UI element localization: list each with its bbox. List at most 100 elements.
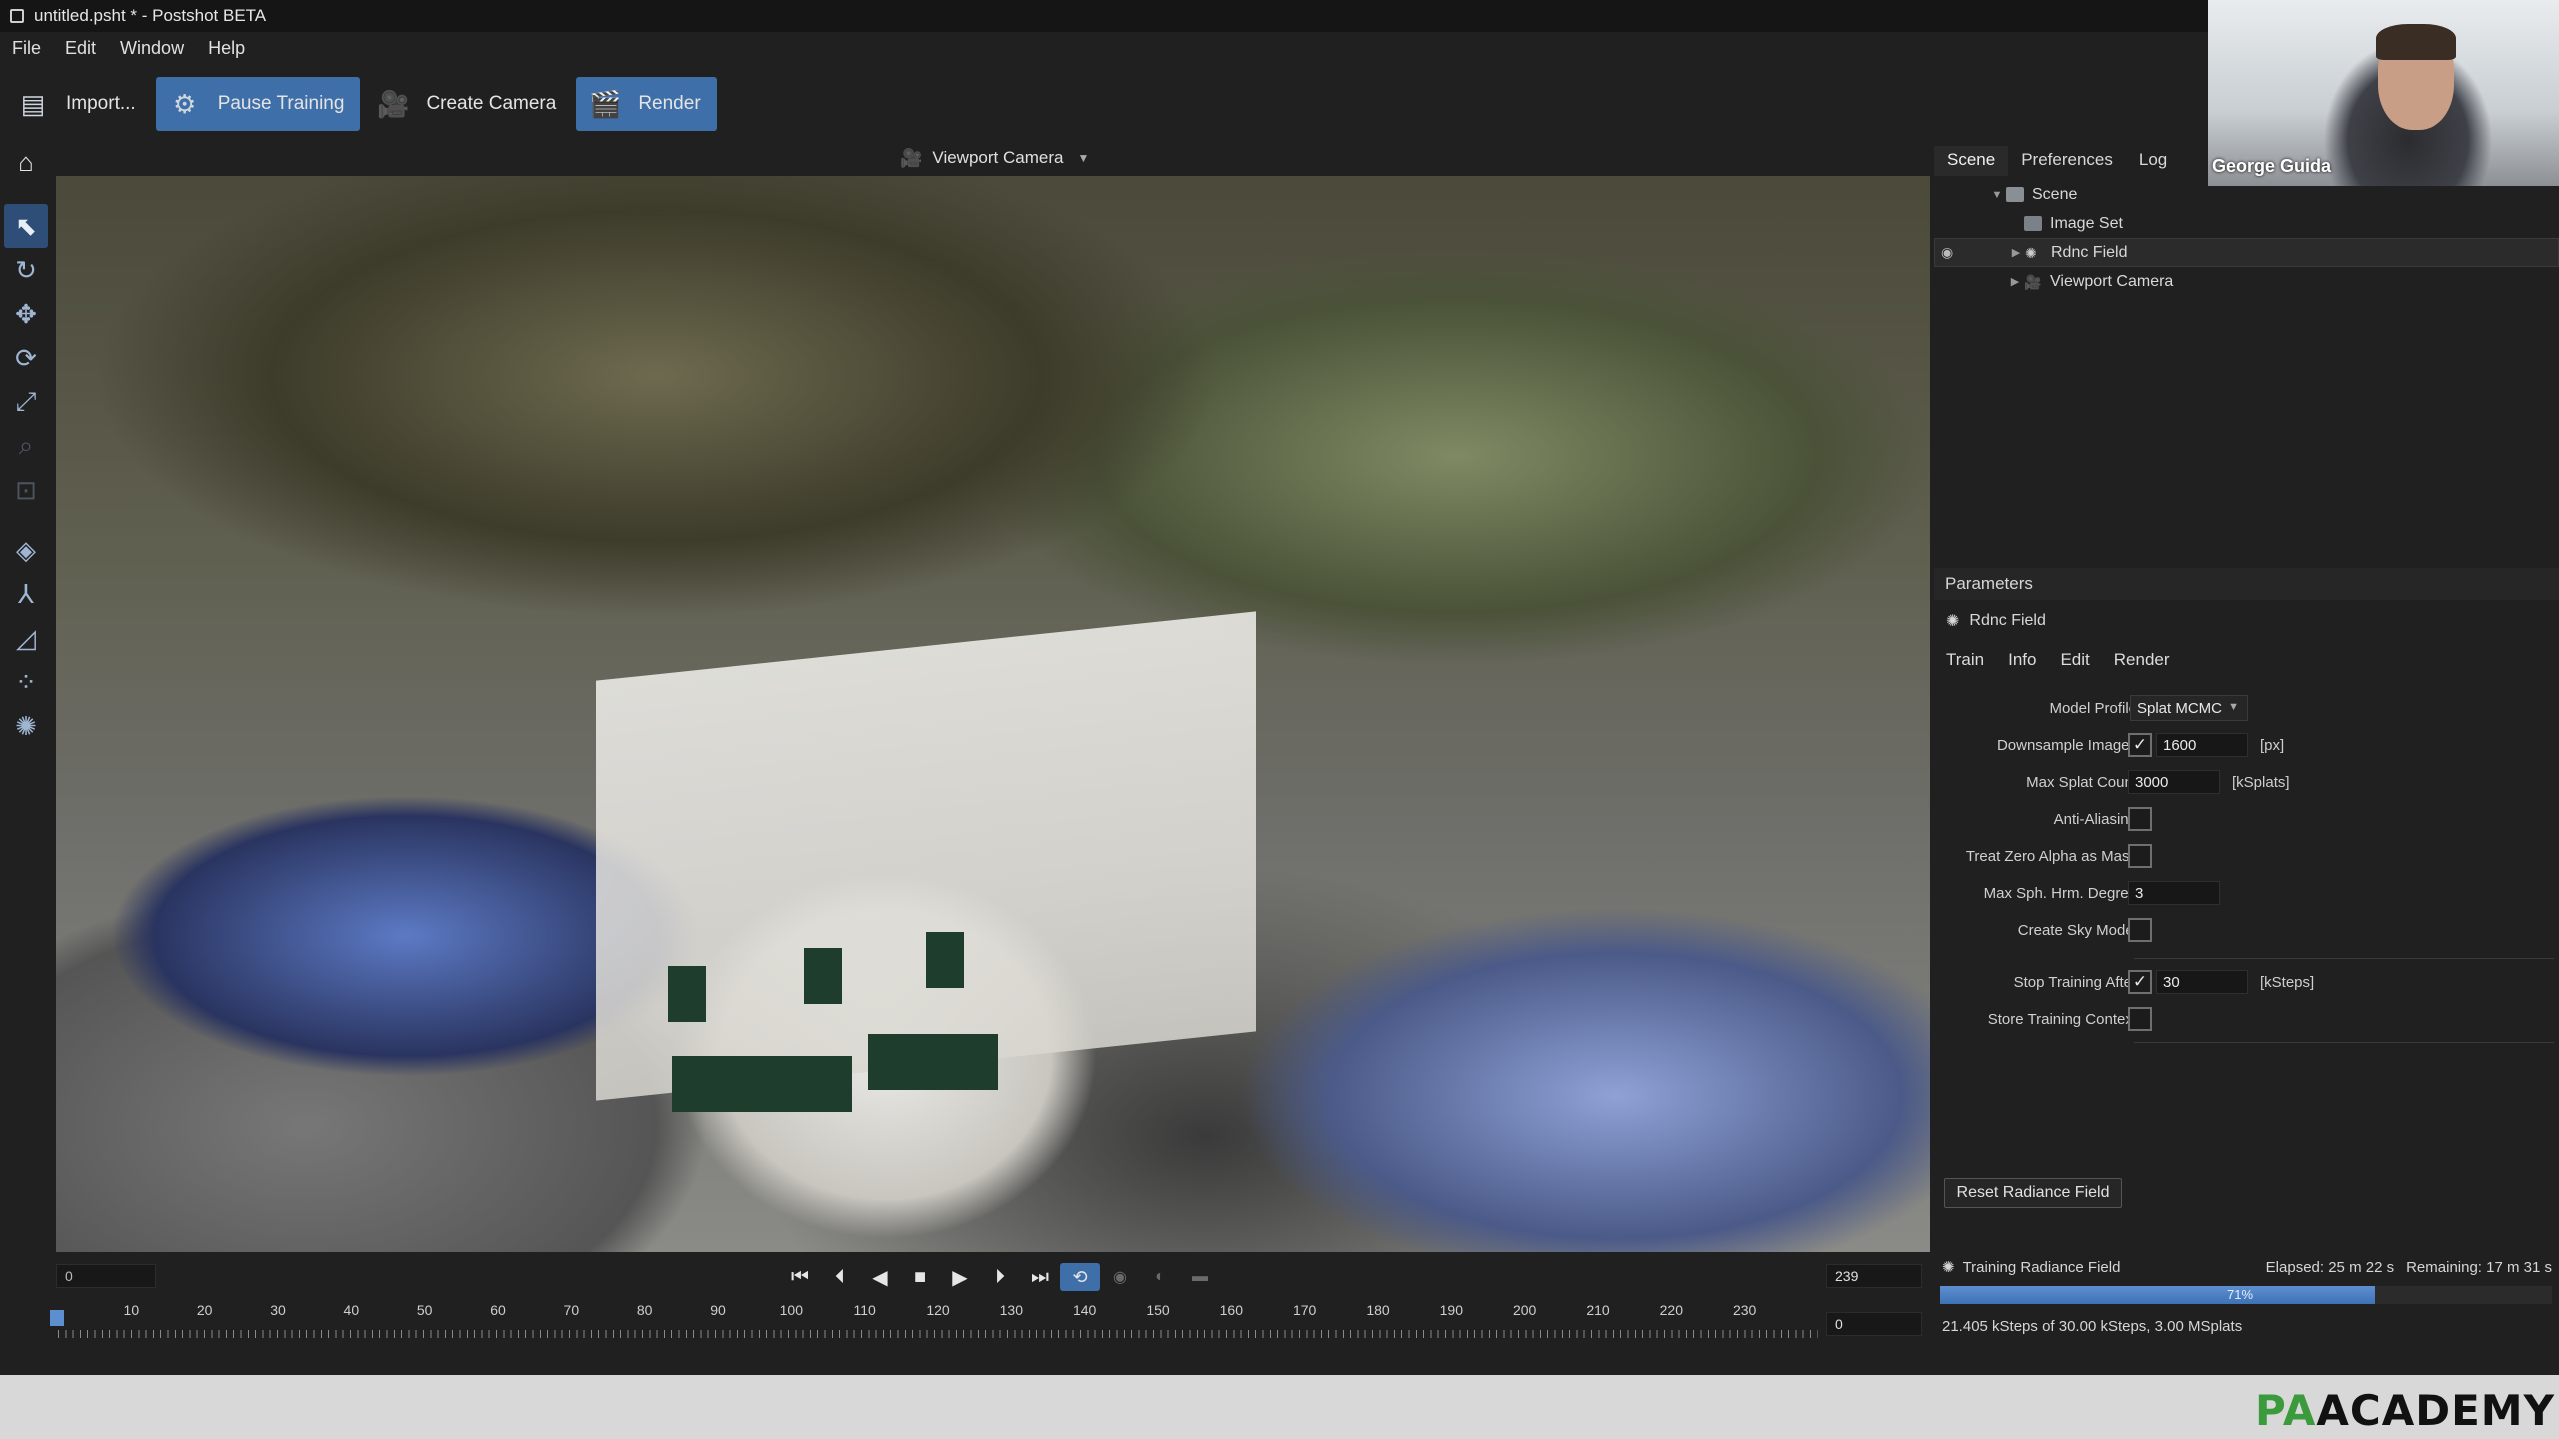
sky-model-checkbox[interactable]	[2128, 918, 2152, 942]
model-profile-select[interactable]: Splat MCMC ▼	[2130, 695, 2248, 721]
tick-label: 200	[1512, 1302, 1537, 1318]
tick-label: 40	[343, 1302, 360, 1318]
step-back-icon[interactable]: ⏴	[820, 1266, 860, 1289]
downsample-checkbox[interactable]: ✓	[2128, 733, 2152, 757]
anti-aliasing-row: Anti-Aliasing	[1934, 807, 2559, 833]
tab-log[interactable]: Log	[2126, 146, 2180, 176]
menu-file[interactable]: File	[0, 34, 53, 64]
app-window: untitled.psht * - Postshot BETA File Edi…	[0, 0, 2208, 1375]
viewport-camera-selector[interactable]: 🎥 Viewport Camera ▼	[900, 144, 1089, 172]
chevron-right-icon[interactable]: ▶	[2006, 275, 2024, 288]
camera-frustum-icon[interactable]: ◿	[4, 616, 48, 660]
skip-to-end-icon[interactable]: ⏭	[1020, 1266, 1060, 1289]
loop-icon[interactable]: ⟲	[1060, 1263, 1100, 1291]
folder-icon	[2006, 187, 2024, 202]
sph-degree-input[interactable]: 3	[2128, 881, 2220, 905]
tree-item-image-set[interactable]: Image Set	[1934, 209, 2559, 238]
tab-edit[interactable]: Edit	[2048, 650, 2101, 670]
parameter-tabs: Train Info Edit Render	[1934, 650, 2182, 670]
max-splat-input[interactable]: 3000	[2128, 770, 2220, 794]
current-frame-input[interactable]: 0	[1826, 1312, 1922, 1336]
tab-scene[interactable]: Scene	[1934, 146, 2009, 176]
key-icon[interactable]: ◐	[1140, 1268, 1180, 1286]
play-icon[interactable]: ▶	[940, 1265, 980, 1290]
move-tool-icon[interactable]: ✥	[4, 292, 48, 336]
tick-label: 130	[999, 1302, 1024, 1318]
downsample-input[interactable]: 1600	[2156, 733, 2248, 757]
model-profile-row: Model Profile Splat MCMC ▼	[1934, 695, 2559, 722]
clapperboard-icon: 🎬	[589, 88, 622, 119]
stop-training-input[interactable]: 30	[2156, 970, 2248, 994]
store-context-checkbox[interactable]	[2128, 1007, 2152, 1031]
menu-window[interactable]: Window	[108, 34, 196, 64]
stop-training-row: Stop Training After ✓ 30 [kSteps]	[1934, 970, 2559, 996]
tick-marks	[58, 1330, 1818, 1338]
brand-logo: PAACADEMY	[2254, 1386, 2555, 1435]
tick-label: 120	[926, 1302, 950, 1318]
select-tool-icon[interactable]: ⬉	[4, 204, 48, 248]
step-forward-icon[interactable]: ⏵	[980, 1266, 1020, 1289]
menu-help[interactable]: Help	[196, 34, 257, 64]
end-frame-input[interactable]: 239	[1826, 1264, 1922, 1288]
start-frame-input[interactable]: 0	[56, 1264, 156, 1288]
presenter-hair	[2376, 24, 2456, 60]
chevron-right-icon[interactable]: ▶	[2007, 246, 2025, 259]
tab-render[interactable]: Render	[2102, 650, 2182, 670]
points-icon[interactable]: ⁘	[4, 660, 48, 704]
tab-preferences[interactable]: Preferences	[2008, 146, 2126, 176]
radiance-field-icon: ✺	[1946, 613, 1960, 630]
record-icon[interactable]: ◉	[1100, 1267, 1140, 1287]
anti-aliasing-checkbox[interactable]	[2128, 807, 2152, 831]
radiance-field-icon: ✺	[2025, 245, 2037, 261]
tab-train[interactable]: Train	[1934, 650, 1996, 670]
training-progress-bar: 71%	[1940, 1286, 2552, 1304]
chevron-down-icon[interactable]: ▼	[1988, 189, 2006, 201]
scene-sign	[868, 1034, 998, 1090]
timeline-ruler[interactable]: 0102030405060708090100110120130140150160…	[58, 1302, 1818, 1338]
splat-icon[interactable]: ✺	[4, 704, 48, 748]
scale-tool-icon[interactable]: ⤢	[4, 380, 48, 424]
stop-icon[interactable]: ■	[900, 1266, 940, 1289]
skip-to-start-icon[interactable]: ⏮	[780, 1266, 820, 1289]
zoom-tool-icon[interactable]: ⌕	[4, 424, 48, 468]
playhead[interactable]	[50, 1310, 64, 1326]
create-camera-button[interactable]: 🎥 Create Camera	[364, 77, 572, 131]
tab-info[interactable]: Info	[1996, 650, 2048, 670]
tick-label: 210	[1586, 1302, 1610, 1318]
image-set-icon	[2024, 216, 2042, 231]
axis-icon[interactable]: ⅄	[4, 572, 48, 616]
divider	[2134, 1042, 2554, 1043]
menu-edit[interactable]: Edit	[53, 34, 108, 64]
zero-alpha-row: Treat Zero Alpha as Mask	[1934, 844, 2559, 870]
import-icon: ▤	[20, 88, 46, 119]
tick-label: 140	[1072, 1302, 1097, 1318]
render-button[interactable]: 🎬 Render	[576, 77, 717, 131]
import-button[interactable]: ▤ Import...	[4, 77, 152, 131]
layers-icon[interactable]: ◈	[4, 528, 48, 572]
3d-viewport[interactable]	[56, 176, 1930, 1252]
tick-label: 10	[123, 1302, 140, 1318]
max-splat-row: Max Splat Count 3000 [kSplats]	[1934, 770, 2559, 796]
transport-controls: ⏮ ⏴ ◀ ■ ▶ ⏵ ⏭ ⟲ ◉ ◐ ▬	[780, 1262, 1220, 1292]
tick-label: 170	[1292, 1302, 1317, 1318]
zero-alpha-checkbox[interactable]	[2128, 844, 2152, 868]
tree-item-viewport-camera[interactable]: ▶ 🎥 Viewport Camera	[1934, 267, 2559, 296]
home-icon[interactable]: ⌂	[4, 140, 48, 184]
timeline: 0 ⏮ ⏴ ◀ ■ ▶ ⏵ ⏭ ⟲ ◉ ◐ ▬ 239 0 10 20 30 40 50 6…	[50, 1262, 1934, 1372]
tick-label: 110	[853, 1302, 876, 1318]
tree-item-rdnc-field[interactable]: ◉ ▶ ✺ Rdnc Field	[1934, 238, 2559, 267]
camera-icon: 🎥	[2024, 274, 2042, 290]
tick-label: 70	[563, 1302, 580, 1318]
stop-training-checkbox[interactable]: ✓	[2128, 970, 2152, 994]
reset-radiance-field-button[interactable]: Reset Radiance Field	[1944, 1178, 2122, 1208]
frame-tool-icon[interactable]: ⊡	[4, 468, 48, 512]
tick-label: 20	[196, 1302, 213, 1318]
eye-icon[interactable]: ◉	[1941, 244, 1953, 261]
pause-training-button[interactable]: ⚙ Pause Training	[155, 77, 361, 131]
settings-icon[interactable]: ▬	[1180, 1268, 1220, 1286]
status-task: Training Radiance Field	[1962, 1258, 2121, 1276]
rotate-tool-icon[interactable]: ⟳	[4, 336, 48, 380]
tick-label: 60	[490, 1302, 506, 1318]
lasso-tool-icon[interactable]: ↻	[4, 248, 48, 292]
play-backward-icon[interactable]: ◀	[860, 1265, 900, 1290]
